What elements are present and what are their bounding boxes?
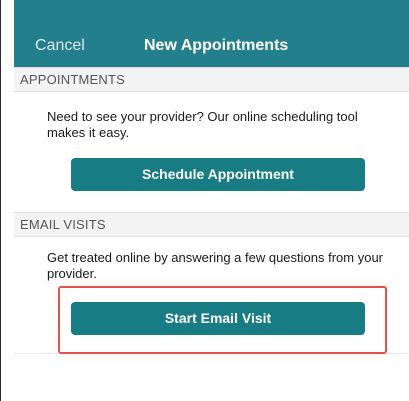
page-title: New Appointments	[144, 37, 289, 54]
cancel-button[interactable]: Cancel	[35, 37, 85, 55]
appointments-description: Need to see your provider? Our online sc…	[47, 109, 358, 140]
screen-edge-border	[0, 0, 1, 401]
section-header-label: APPOINTMENTS	[20, 72, 125, 87]
new-appointments-screen: Cancel New Appointments APPOINTMENTS Nee…	[14, 0, 409, 401]
navigation-bar: Cancel New Appointments	[14, 0, 409, 67]
section-header-email-visits: EMAIL VISITS	[14, 212, 409, 237]
email-visits-description: Get treated online by answering a few qu…	[47, 250, 384, 281]
section-header-appointments: APPOINTMENTS	[14, 67, 409, 92]
section-divider	[14, 353, 409, 354]
section-header-label: EMAIL VISITS	[20, 217, 106, 232]
schedule-appointment-button[interactable]: Schedule Appointment	[71, 158, 365, 191]
start-email-visit-button[interactable]: Start Email Visit	[71, 302, 365, 335]
